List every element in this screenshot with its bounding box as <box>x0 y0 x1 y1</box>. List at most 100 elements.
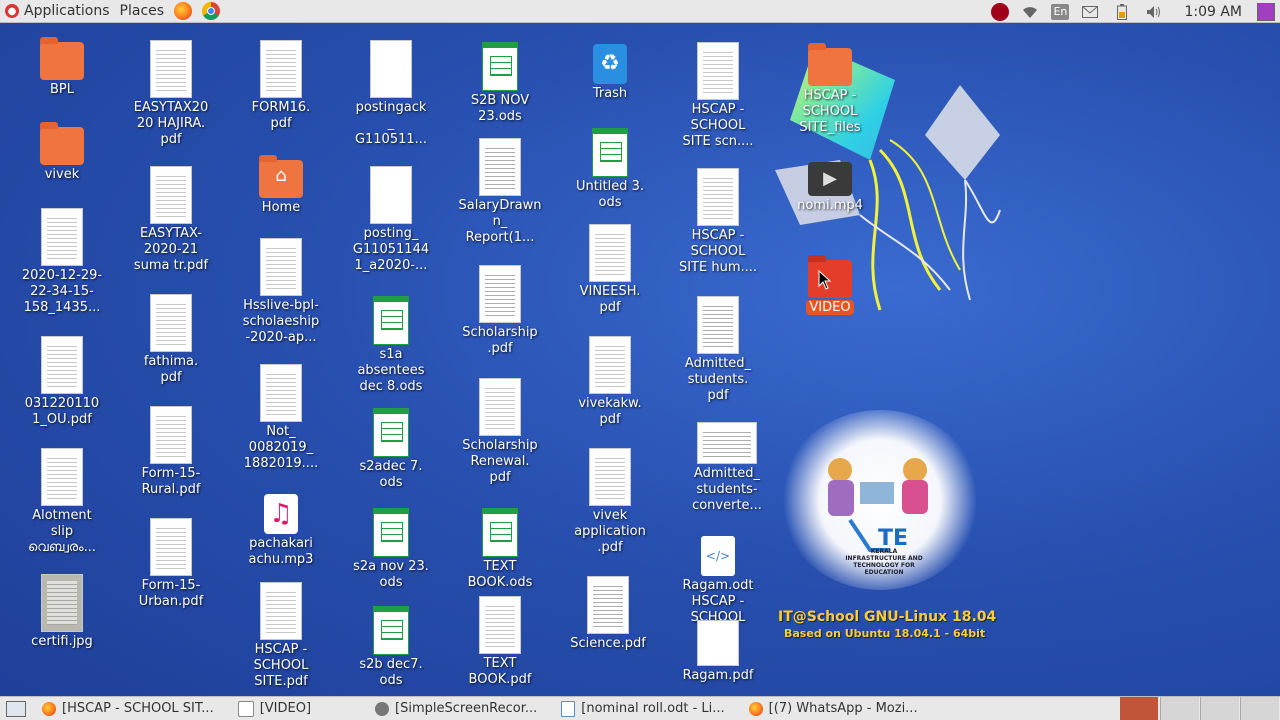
desktop-icon[interactable]: ♫ pachakari achu.mp3 <box>235 494 327 568</box>
places-menu[interactable]: Places <box>115 0 170 23</box>
desktop-icon[interactable]: 2020-12-29- 22-34-15- 158_1435... <box>16 208 108 316</box>
pdf-file-icon <box>41 208 83 266</box>
task-label: [VIDEO] <box>259 701 312 716</box>
desktop-icon[interactable]: </> Ragam.odt HSCAP - SCHOOL SITE.html <box>672 536 764 626</box>
firefox-launcher[interactable] <box>169 0 197 23</box>
folder-icon <box>808 43 852 86</box>
icon-label: Alotment slip വെബ്വരം... <box>28 508 96 555</box>
wifi-icon[interactable] <box>1019 4 1041 20</box>
task-hscap[interactable]: [HSCAP - SCHOOL SIT... <box>36 698 220 720</box>
user-menu-icon[interactable] <box>1257 2 1275 21</box>
desktop-icon[interactable]: Scholarship Renewal. pdf <box>454 378 546 486</box>
html-file-icon: </> <box>701 536 735 576</box>
pdf-file-icon <box>589 224 631 282</box>
desktop-icon[interactable]: Form-15- Urban.pdf <box>125 518 217 610</box>
clock[interactable]: 1:09 AM <box>1184 4 1242 20</box>
chrome-launcher[interactable] <box>197 0 225 23</box>
workspace-3[interactable] <box>1200 697 1239 720</box>
desktop-icon[interactable]: Science.pdf <box>562 576 654 652</box>
icon-label: posting_ G11051144 1_a2020-... <box>352 226 430 273</box>
icon-label: Form-15- Rural.pdf <box>141 466 201 497</box>
icon-label: certifi.jpg <box>31 634 93 649</box>
desktop-icon[interactable]: postingack _ G110511... <box>345 40 437 148</box>
icon-label: Untitled 3. ods <box>576 179 644 210</box>
os-name: IT@School GNU-Linux 18.04 <box>778 609 997 625</box>
desktop-icon[interactable]: SalaryDrawn n_ Report(1... <box>454 138 546 246</box>
desktop-icon[interactable]: s2a nov 23. ods <box>345 508 437 591</box>
desktop-icon[interactable]: TEXT BOOK.pdf <box>454 596 546 688</box>
icon-label: Trash <box>592 86 628 101</box>
desktop-icon[interactable]: s2b dec7. ods <box>345 606 437 689</box>
desktop-icon[interactable]: HSCAP - SCHOOL SITE_files <box>784 43 876 136</box>
show-desktop-button[interactable] <box>6 700 26 717</box>
workspace-2[interactable] <box>1160 697 1199 720</box>
desktop-icon[interactable]: Ragam.pdf <box>672 620 764 684</box>
task-video[interactable]: [VIDEO] <box>232 698 317 720</box>
firefox-icon <box>748 701 763 716</box>
desktop-icon[interactable]: ⌂ Home <box>235 155 327 216</box>
desktop-icon[interactable]: vivek application .pdf <box>564 448 656 556</box>
desktop-icon[interactable]: s1a absentees dec 8.ods <box>345 296 437 395</box>
desktop-icon[interactable]: HSCAP - SCHOOL SITE scn.... <box>672 42 764 150</box>
workspace-4[interactable] <box>1240 697 1279 720</box>
applications-label: Applications <box>24 3 110 19</box>
desktop-icon[interactable]: Admitted_ students- converte... <box>681 422 773 514</box>
desktop-icon[interactable]: Scholarship .pdf <box>454 265 546 357</box>
icon-label: TEXT BOOK.pdf <box>468 656 532 687</box>
desktop-icon[interactable]: Untitled 3. ods <box>564 128 656 211</box>
task-nominal-roll[interactable]: [nominal roll.odt - Li... <box>555 698 730 720</box>
desktop-icon[interactable]: VINEESH. pdf <box>564 224 656 316</box>
desktop-icon[interactable]: s2adec 7. ods <box>345 408 437 491</box>
pdf-file-icon <box>150 40 192 98</box>
desktop-icon[interactable]: fathima. pdf <box>125 294 217 386</box>
workspace-1[interactable] <box>1120 697 1158 720</box>
desktop-icon[interactable]: vivek <box>16 122 108 183</box>
desktop-icon[interactable]: BPL <box>16 37 108 98</box>
keyboard-language-indicator[interactable]: En <box>1051 3 1070 20</box>
desktop-icon[interactable]: certifi.jpg <box>16 574 108 650</box>
icon-label: Admitted_ students. pdf <box>684 356 752 403</box>
folder-window-icon <box>237 700 254 717</box>
desktop-icon[interactable]: HSCAP - SCHOOL SITE.pdf <box>235 582 327 690</box>
top-panel: ● Applications Places En 1:09 AM <box>0 0 1280 23</box>
spreadsheet-icon <box>373 606 409 655</box>
icon-label: FORM16. pdf <box>251 100 311 131</box>
desktop-icon[interactable]: Form-15- Rural.pdf <box>125 406 217 498</box>
desktop-icon[interactable]: posting_ G11051144 1_a2020-... <box>345 166 437 274</box>
spreadsheet-icon <box>482 508 518 557</box>
desktop-icon[interactable]: EASYTAX20 20 HAJIRA. pdf <box>125 40 217 148</box>
icon-label: TEXT BOOK.ods <box>467 559 533 590</box>
icon-label: SalaryDrawn n_ Report(1... <box>458 198 542 245</box>
desktop-icon[interactable]: HSCAP - SCHOOL SITE hum.... <box>672 168 764 276</box>
desktop-icon[interactable]: FORM16. pdf <box>235 40 327 132</box>
task-label: [SimpleScreenRecor... <box>395 701 538 716</box>
folder-icon <box>40 122 84 165</box>
desktop-icon[interactable]: ♻ Trash <box>564 44 656 102</box>
pdf-file-icon <box>697 620 739 666</box>
screen-recorder-icon[interactable] <box>991 2 1010 21</box>
places-label: Places <box>119 3 165 19</box>
firefox-icon <box>174 2 193 20</box>
task-whatsapp[interactable]: [(7) WhatsApp - Mozi... <box>743 698 924 720</box>
desktop-icon[interactable]: S2B NOV 23.ods <box>454 42 546 125</box>
icon-label: s2adec 7. ods <box>359 459 423 490</box>
task-label: [(7) WhatsApp - Mozi... <box>768 701 918 716</box>
desktop-icon[interactable]: TEXT BOOK.ods <box>454 508 546 591</box>
mail-icon[interactable] <box>1079 4 1101 20</box>
desktop-icon[interactable]: 031220110 1_OU.pdf <box>16 336 108 428</box>
spreadsheet-icon <box>592 128 628 177</box>
task-screen-recorder[interactable]: [SimpleScreenRecor... <box>369 698 543 720</box>
desktop-icon[interactable]: Not_ 0082019_ 1882019.... <box>235 364 327 472</box>
desktop-icon[interactable]: vivekakw. pdf <box>564 336 656 428</box>
desktop-icon[interactable]: EASYTAX- 2020-21 suma tr.pdf <box>125 166 217 274</box>
desktop-icon[interactable]: Admitted_ students. pdf <box>672 296 764 404</box>
desktop-icon[interactable]: Hsslive-bpl- scholaeship -2020-ap... <box>235 238 327 346</box>
desktop-icon[interactable]: ▶ nomi.mp4 <box>784 162 876 214</box>
video-play-icon: ▶ <box>808 162 852 196</box>
applications-menu[interactable]: ● Applications <box>0 0 115 23</box>
volume-icon[interactable] <box>1143 4 1165 20</box>
folder-icon <box>40 37 84 80</box>
battery-icon[interactable] <box>1111 3 1133 20</box>
pdf-file-icon <box>150 518 192 576</box>
desktop-icon[interactable]: Alotment slip വെബ്വരം... <box>16 448 108 556</box>
